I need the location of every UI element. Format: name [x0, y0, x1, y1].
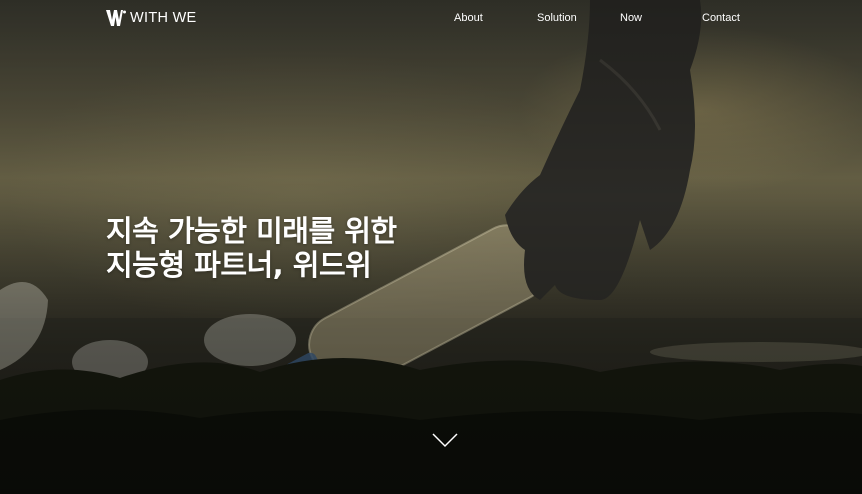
brand-logo-link[interactable]: WITH WE [106, 9, 197, 27]
headline-line-2: 지능형 파트너, 위드위 [106, 248, 372, 282]
nav-now[interactable]: Now [620, 12, 642, 24]
brand-name: WITH WE [130, 10, 197, 26]
nav-about[interactable]: About [454, 12, 483, 24]
w-logo-mark-icon [106, 10, 126, 26]
nav-contact[interactable]: Contact [702, 12, 740, 24]
site-header: WITH WE About Solution Now Contact [0, 0, 862, 38]
nav-solution[interactable]: Solution [537, 12, 577, 24]
chevron-down-icon [432, 433, 458, 448]
scroll-down-button[interactable] [432, 432, 458, 448]
headline-line-1: 지속 가능한 미래를 위한 [106, 214, 397, 248]
hero-headline: 지속 가능한 미래를 위한 지능형 파트너, 위드위 [106, 214, 397, 282]
